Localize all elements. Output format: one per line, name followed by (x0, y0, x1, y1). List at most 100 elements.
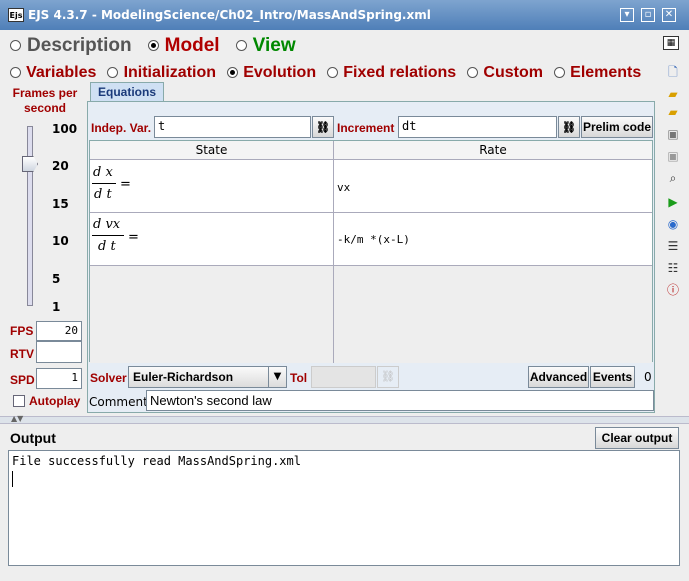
fps-tick: 15 (52, 197, 69, 211)
title-bar: Ejs EJS 4.3.7 - ModelingScience/Ch02_Int… (0, 0, 689, 30)
options-icon[interactable]: ☷ (665, 260, 681, 276)
indep-var-field[interactable]: t (154, 116, 311, 138)
radio-fixed-relations[interactable] (327, 67, 339, 78)
events-button[interactable]: Events (590, 366, 635, 388)
tab-fixed-relations[interactable]: Fixed relations (327, 62, 456, 81)
equals-sign: = (128, 230, 139, 245)
state-header: State (90, 141, 334, 160)
radio-custom[interactable] (467, 67, 479, 78)
tab-equations[interactable]: Equations (90, 82, 164, 102)
fps-slider-thumb[interactable] (22, 156, 38, 172)
fps-title: Frames per second (12, 86, 78, 115)
fps-label: FPS (10, 324, 34, 338)
info-icon[interactable]: ⓘ (665, 282, 681, 298)
tab-elements[interactable]: Elements (554, 62, 641, 81)
sub-tabs: Variables Initialization Evolution Fixed… (10, 62, 641, 81)
close-button[interactable]: ✕ (662, 8, 676, 22)
fps-tick: 1 (52, 300, 61, 314)
tab-initialization[interactable]: Initialization (107, 62, 216, 81)
fps-tick: 20 (52, 159, 69, 173)
increment-field[interactable]: dt (398, 116, 557, 138)
split-divider[interactable]: ▲▼ (0, 414, 689, 424)
advanced-button[interactable]: Advanced (528, 366, 589, 388)
state-numerator: d x (93, 165, 113, 180)
collapse-arrows-icon[interactable]: ▲▼ (11, 414, 23, 423)
solver-select[interactable]: Euler-Richardson ▼ (128, 366, 287, 388)
tol-link-button: ⛓ (377, 366, 399, 388)
radio-initialization[interactable] (107, 67, 119, 78)
prelim-code-button[interactable]: Prelim code (581, 116, 653, 138)
new-file-icon[interactable]: 🗋 (665, 64, 681, 80)
globe-icon[interactable]: ◉ (665, 216, 681, 232)
tab-description[interactable]: Description (10, 34, 138, 56)
fraction-bar (92, 183, 116, 184)
radio-description[interactable] (10, 40, 21, 51)
search-icon[interactable]: ⌕ (665, 170, 681, 186)
increment-label: Increment (337, 121, 395, 135)
fps-field[interactable]: 20 (36, 321, 82, 341)
run-icon[interactable]: ▶ (665, 194, 681, 210)
comment-label: Comment (89, 395, 148, 409)
rate-cell[interactable]: -k/m *(x-L) (334, 213, 652, 266)
equals-sign: = (120, 177, 131, 192)
autoplay-checkbox[interactable] (13, 395, 25, 407)
radio-variables[interactable] (10, 67, 21, 78)
fps-tick: 10 (52, 234, 69, 248)
state-denominator: d t (94, 187, 112, 202)
chevron-down-icon: ▼ (268, 367, 286, 387)
tab-evolution[interactable]: Evolution (227, 62, 316, 81)
text-caret (12, 471, 13, 487)
tol-label: Tol (290, 371, 308, 385)
rtv-field[interactable] (36, 341, 82, 363)
state-cell[interactable]: d x d t = (90, 160, 334, 213)
open-folder-icon[interactable]: ▰ (665, 86, 681, 102)
increment-link-button[interactable]: ⛓ (558, 116, 580, 138)
fps-tick: 100 (52, 122, 78, 136)
radio-evolution[interactable] (227, 67, 239, 78)
comment-field[interactable]: Newton's second law (146, 390, 654, 411)
indep-var-link-button[interactable]: ⛓ (312, 116, 334, 138)
spd-label: SPD (10, 373, 35, 387)
link-icon: ⛓ (562, 122, 576, 134)
state-cell[interactable]: d vx d t = (90, 213, 334, 266)
minimize-button[interactable]: ▾ (620, 8, 634, 22)
radio-view[interactable] (235, 40, 247, 51)
table-empty-area (90, 266, 334, 363)
tab-custom[interactable]: Custom (467, 62, 543, 81)
equation-table: State Rate d x d t = vx d vx d t = -k/m … (89, 140, 653, 363)
maximize-button[interactable]: ▫ (641, 8, 655, 22)
fps-tick: 5 (52, 272, 61, 286)
save-as-icon[interactable]: ▣ (665, 148, 681, 164)
autoplay-label: Autoplay (29, 394, 81, 408)
state-numerator: d vx (93, 217, 121, 232)
state-denominator: d t (98, 239, 116, 254)
link-icon: ⛓ (316, 122, 330, 134)
rate-header: Rate (334, 141, 652, 160)
link-icon: ⛓ (381, 370, 395, 383)
tab-model[interactable]: Model (147, 34, 226, 56)
save-icon[interactable]: ▣ (665, 126, 681, 142)
table-empty-area (334, 266, 652, 363)
spd-field[interactable]: 1 (36, 368, 82, 389)
window-title: EJS 4.3.7 - ModelingScience/Ch02_Intro/M… (28, 8, 431, 22)
tol-field (311, 366, 376, 388)
tab-view[interactable]: View (235, 34, 296, 56)
app-icon: Ejs (8, 8, 24, 22)
output-area[interactable]: File successfully read MassAndSpring.xml (8, 450, 680, 566)
clear-output-button[interactable]: Clear output (595, 427, 679, 449)
tab-variables[interactable]: Variables (10, 62, 96, 81)
indep-var-label: Indep. Var. (91, 121, 152, 135)
fps-slider-track[interactable] (27, 126, 33, 306)
package-icon[interactable]: ☰ (665, 238, 681, 254)
open-examples-icon[interactable]: ▰ (665, 104, 681, 120)
rtv-label: RTV (10, 347, 34, 361)
events-count: 0 (644, 370, 652, 384)
radio-elements[interactable] (554, 67, 566, 78)
output-title: Output (10, 430, 56, 446)
rate-cell[interactable]: vx (334, 160, 652, 213)
radio-model[interactable] (147, 40, 159, 51)
fraction-bar (92, 235, 124, 236)
main-tabs: Description Model View (10, 34, 296, 56)
table-icon[interactable]: ▦ (663, 36, 679, 50)
output-text: File successfully read MassAndSpring.xml (12, 454, 301, 468)
